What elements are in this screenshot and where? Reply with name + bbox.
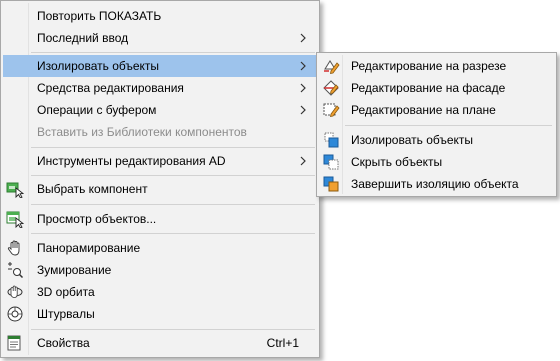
submenu-arrow-icon xyxy=(300,61,306,71)
menu-item-zoom[interactable]: Зумирование xyxy=(3,259,317,281)
menu-item-object-viewer[interactable]: Просмотр объектов... xyxy=(3,208,317,230)
menu-item-label: Инструменты редактирования AD xyxy=(37,154,226,168)
menu-item-label: Редактирование на фасаде xyxy=(351,81,506,95)
menu-item-label: Выбрать компонент xyxy=(37,182,148,196)
zoom-icon xyxy=(8,262,24,279)
isolate-objects-icon xyxy=(324,132,339,148)
orbit-icon xyxy=(7,285,23,298)
edit-plan-icon xyxy=(323,103,340,118)
menu-item-label: Средства редактирования xyxy=(37,81,184,95)
pan-hand-icon xyxy=(7,240,20,256)
menu-item-label: Завершить изоляцию объекта xyxy=(351,177,519,191)
menu-separator xyxy=(31,329,315,330)
menu-separator xyxy=(31,204,315,205)
menu-item-label: Изолировать объекты xyxy=(37,59,160,73)
menu-item-label: Просмотр объектов... xyxy=(37,212,157,226)
menu-item-properties[interactable]: Свойства Ctrl+1 xyxy=(3,332,317,354)
isolate-objects-submenu: Редактирование на разрезе Редактирование… xyxy=(316,52,557,197)
menu-item-label: Скрыть объекты xyxy=(351,155,443,169)
submenu-item-edit-in-elevation[interactable]: Редактирование на фасаде xyxy=(319,77,554,99)
menu-item-label: Последний ввод xyxy=(37,31,129,45)
menu-item-label: Вставить из Библиотеки компонентов xyxy=(37,125,247,139)
menu-item-ad-editing-tools[interactable]: Инструменты редактирования AD xyxy=(3,150,317,172)
end-isolation-icon xyxy=(323,176,339,192)
submenu-item-edit-in-plan[interactable]: Редактирование на плане xyxy=(319,99,554,121)
menu-item-label: 3D орбита xyxy=(37,285,95,299)
menu-separator xyxy=(31,233,315,234)
menu-item-editing-tools[interactable]: Средства редактирования xyxy=(3,77,317,99)
menu-separator xyxy=(31,175,315,176)
menu-item-isolate-objects[interactable]: Изолировать объекты xyxy=(3,55,317,77)
menu-item-pan[interactable]: Панорамирование xyxy=(3,237,317,259)
steering-wheel-icon xyxy=(7,306,23,322)
menu-item-steering-wheels[interactable]: Штурвалы xyxy=(3,303,317,325)
context-menu: Повторить ПОКАЗАТЬ Последний ввод Изолир… xyxy=(0,0,320,358)
menu-item-label: Редактирование на плане xyxy=(351,103,496,117)
menu-item-label: Свойства xyxy=(37,336,90,350)
menu-item-label: Редактирование на разрезе xyxy=(351,59,507,73)
submenu-item-hide-objects[interactable]: Скрыть объекты xyxy=(319,151,554,173)
submenu-arrow-icon xyxy=(300,33,306,43)
menu-item-label: Штурвалы xyxy=(37,307,95,321)
submenu-item-isolate-objects[interactable]: Изолировать объекты xyxy=(319,129,554,151)
submenu-arrow-icon xyxy=(300,83,306,93)
menu-item-label: Изолировать объекты xyxy=(351,133,474,147)
menu-item-repeat-show[interactable]: Повторить ПОКАЗАТЬ xyxy=(3,5,317,27)
submenu-item-edit-in-section[interactable]: Редактирование на разрезе xyxy=(319,55,554,77)
object-viewer-icon xyxy=(6,211,24,228)
menu-item-label: Зумирование xyxy=(37,263,112,277)
menu-item-label: Панорамирование xyxy=(37,241,141,255)
properties-icon xyxy=(7,335,21,351)
edit-elevation-icon xyxy=(323,80,339,96)
menu-item-3d-orbit[interactable]: 3D орбита xyxy=(3,281,317,303)
menu-item-select-component[interactable]: Выбрать компонент xyxy=(3,178,317,200)
menu-separator xyxy=(345,125,552,126)
submenu-arrow-icon xyxy=(300,105,306,115)
keyboard-shortcut: Ctrl+1 xyxy=(266,336,299,350)
hide-objects-icon xyxy=(323,154,339,170)
menu-item-recent-input[interactable]: Последний ввод xyxy=(3,27,317,49)
menu-separator xyxy=(31,52,315,53)
submenu-item-end-isolation[interactable]: Завершить изоляцию объекта xyxy=(319,173,554,195)
menu-item-clipboard-operations[interactable]: Операции с буфером xyxy=(3,99,317,121)
submenu-arrow-icon xyxy=(300,156,306,166)
menu-item-label: Повторить ПОКАЗАТЬ xyxy=(37,9,162,23)
menu-item-insert-from-library: Вставить из Библиотеки компонентов xyxy=(3,121,317,143)
select-component-icon xyxy=(6,182,24,198)
edit-section-icon xyxy=(324,60,340,75)
menu-separator xyxy=(31,147,315,148)
menu-item-label: Операции с буфером xyxy=(37,103,157,117)
